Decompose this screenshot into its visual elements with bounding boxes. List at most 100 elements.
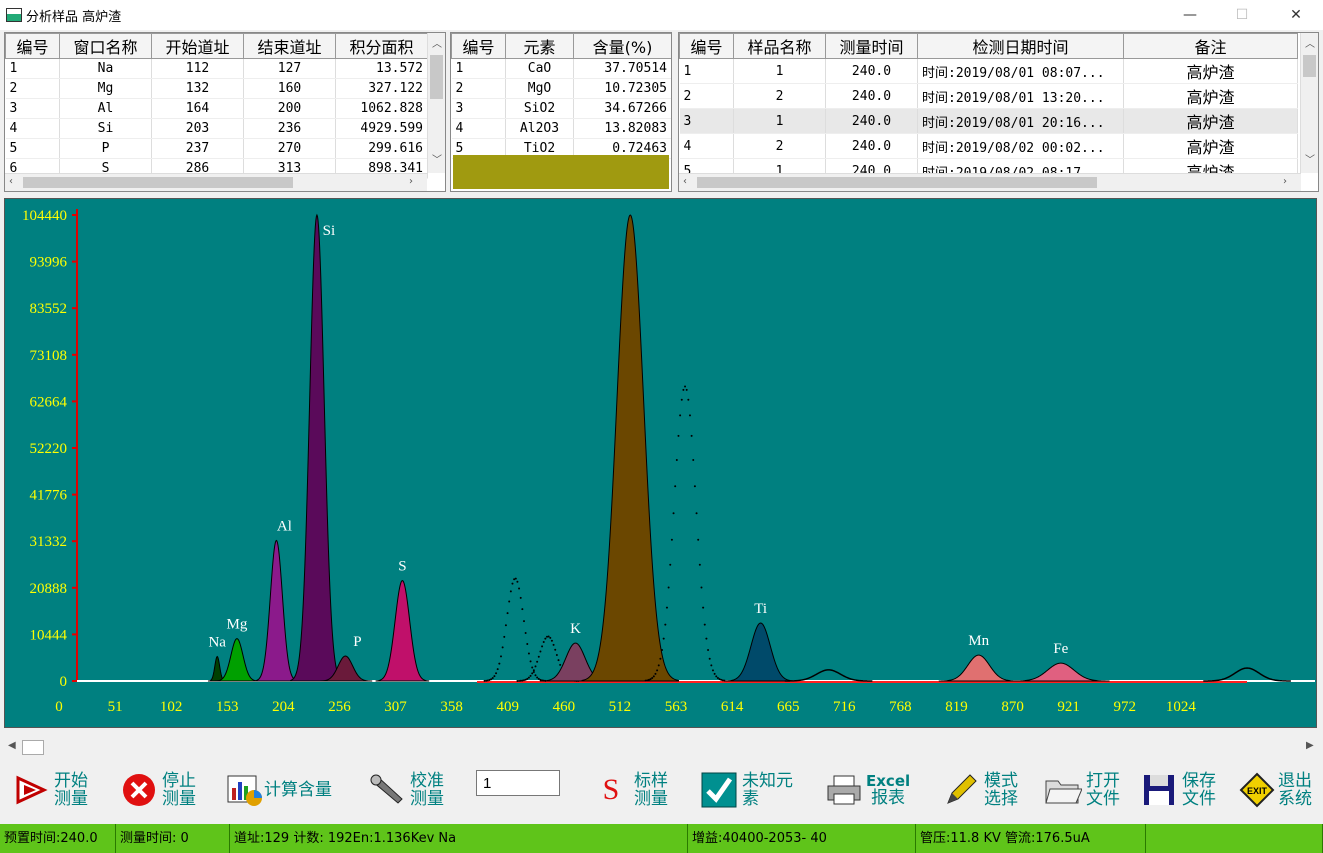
table-row[interactable]: 4 Si 203 236 4929.599 <box>5 118 428 139</box>
spectrum-point <box>531 672 534 675</box>
spectrum-line <box>784 669 873 682</box>
content-table-header[interactable]: 编号 <box>451 33 506 59</box>
samples-table-hscroll[interactable]: ‹ › <box>679 173 1301 191</box>
table-cell: 10.72305 <box>573 78 671 99</box>
spectrum-point <box>679 414 682 417</box>
table-row[interactable]: 5 P 237 270 299.616 <box>5 138 428 159</box>
peak-label: Mn <box>968 633 989 649</box>
spectrum-point <box>654 672 657 675</box>
x-tick-label: 870 <box>1001 699 1024 715</box>
table-row[interactable]: 4 Al2O3 13.82083 <box>451 118 671 139</box>
s-letter-icon: S <box>602 773 620 806</box>
table-cell: Al2O3 <box>505 118 574 139</box>
windows-table-header[interactable]: 窗口名称 <box>59 33 152 59</box>
excel-report-button[interactable]: Excel 报表 <box>826 764 910 816</box>
maximize-button[interactable]: ☐ <box>1219 0 1265 30</box>
windows-table-vscroll[interactable]: ︿ ﹀ <box>427 33 445 173</box>
windows-table-header[interactable]: 结束道址 <box>243 33 336 59</box>
folder-open-icon <box>1044 771 1082 809</box>
spectrum-point <box>550 639 553 642</box>
sample-number-input[interactable] <box>476 770 560 796</box>
table-cell: 299.616 <box>335 138 428 159</box>
samples-table-header[interactable]: 样品名称 <box>733 33 826 59</box>
x-tick-label: 358 <box>440 699 463 715</box>
spectrum-point <box>549 636 552 639</box>
content-table-summary-row <box>453 155 669 189</box>
x-tick-label: 1024 <box>1166 699 1197 715</box>
windows-table-header[interactable]: 编号 <box>5 33 60 59</box>
table-row[interactable]: 1 1 240.0 时间:2019/08/01 08:07... 高炉渣 <box>679 58 1298 84</box>
close-button[interactable]: ✕ <box>1273 0 1319 30</box>
spectrum-point <box>498 662 501 665</box>
samples-table-vscroll[interactable]: ︿ ﹀ <box>1300 33 1318 173</box>
spectrum-point <box>529 674 532 677</box>
table-cell: 270 <box>243 138 336 159</box>
table-row[interactable]: 3 Al 164 200 1062.828 <box>5 98 428 119</box>
table-cell: CaO <box>505 58 574 79</box>
spectrum-point <box>527 652 530 655</box>
y-tick-label: 104440 <box>22 208 67 224</box>
table-cell: 3 <box>5 98 60 119</box>
unknown-element-button[interactable]: 未知元 素 <box>700 764 793 816</box>
content-table-header[interactable]: 元素 <box>505 33 574 59</box>
spectrum-point <box>552 643 555 646</box>
stop-measure-button[interactable]: 停止 测量 <box>120 764 196 816</box>
table-cell: 1 <box>679 58 734 84</box>
windows-table-header[interactable]: 开始道址 <box>151 33 244 59</box>
peak-area-al <box>253 539 299 682</box>
samples-table-header[interactable]: 备注 <box>1123 33 1298 59</box>
spectrum-point <box>531 666 534 669</box>
table-row[interactable]: 2 Mg 132 160 327.122 <box>5 78 428 99</box>
table-row[interactable]: 2 2 240.0 时间:2019/08/01 13:20... 高炉渣 <box>679 83 1298 109</box>
samples-table-header[interactable]: 测量时间 <box>825 33 918 59</box>
table-cell: 1062.828 <box>335 98 428 119</box>
y-tick-label: 93996 <box>30 255 68 271</box>
spectrum-point <box>518 587 521 590</box>
x-tick-label: 921 <box>1057 699 1080 715</box>
windows-table-hscroll[interactable]: ‹ › <box>5 173 427 191</box>
calibrate-measure-button[interactable]: 校准 测量 <box>368 764 444 816</box>
save-file-button[interactable]: 保存 文件 <box>1140 764 1216 816</box>
table-row[interactable]: 3 SiO2 34.67266 <box>451 98 671 119</box>
x-tick-label: 102 <box>160 699 183 715</box>
content-table-header[interactable]: 含量(%) <box>573 33 671 59</box>
table-cell: 2 <box>733 133 826 159</box>
start-measure-button[interactable]: 开始 测量 <box>12 764 88 816</box>
table-cell: Si <box>59 118 152 139</box>
spectrum-point <box>514 577 517 580</box>
samples-table-header[interactable]: 检测日期时间 <box>917 33 1124 59</box>
table-cell: Na <box>59 58 152 79</box>
table-cell: 1 <box>733 108 826 134</box>
table-row[interactable]: 2 MgO 10.72305 <box>451 78 671 99</box>
table-cell: 2 <box>5 78 60 99</box>
minimize-button[interactable]: — <box>1167 0 1213 30</box>
table-cell: 4929.599 <box>335 118 428 139</box>
x-tick-label: 819 <box>945 699 968 715</box>
spectrum-point <box>716 677 719 680</box>
table-row[interactable]: 1 CaO 37.70514 <box>451 58 671 79</box>
mode-select-button[interactable]: 模式 选择 <box>942 764 1018 816</box>
standard-sample-measure-button[interactable]: S 标样 测量 <box>592 764 668 816</box>
peak-label: P <box>353 634 361 650</box>
table-cell: 240.0 <box>825 108 918 134</box>
exit-system-button[interactable]: EXIT 退出 系统 <box>1238 764 1312 816</box>
spectrum-svg[interactable]: 0 10444 20888 31332 41776 52220 62664 73108 8355… <box>5 199 1316 727</box>
table-cell: 164 <box>151 98 244 119</box>
table-row[interactable]: 4 2 240.0 时间:2019/08/02 00:02... 高炉渣 <box>679 133 1298 159</box>
spectrum-point <box>493 675 496 678</box>
peak-area-fe <box>1012 662 1110 682</box>
table-row[interactable]: 3 1 240.0 时间:2019/08/01 20:16... 高炉渣 <box>679 108 1298 134</box>
spectrum-point <box>496 668 499 671</box>
windows-table-header[interactable]: 积分面积 <box>335 33 428 59</box>
table-row[interactable]: 1 Na 112 127 13.572 <box>5 58 428 79</box>
spectrum-point <box>707 648 710 651</box>
peak-area-mn <box>938 654 1019 682</box>
chart-hscroll[interactable]: ◀ ▶ <box>4 738 1319 755</box>
x-tick-label: 256 <box>328 699 351 715</box>
samples-table-header[interactable]: 编号 <box>679 33 734 59</box>
spectrum-point <box>526 677 529 680</box>
spectrum-chart[interactable]: 0 10444 20888 31332 41776 52220 62664 73108 8355… <box>4 198 1317 728</box>
calculate-content-button[interactable]: 计算含量 <box>226 764 332 816</box>
content-table: 编号 元素 含量(%) 1 CaO 37.70514 2 MgO 10.72305 3 SiO2 3… <box>451 33 671 159</box>
open-file-button[interactable]: 打开 文件 <box>1044 764 1120 816</box>
